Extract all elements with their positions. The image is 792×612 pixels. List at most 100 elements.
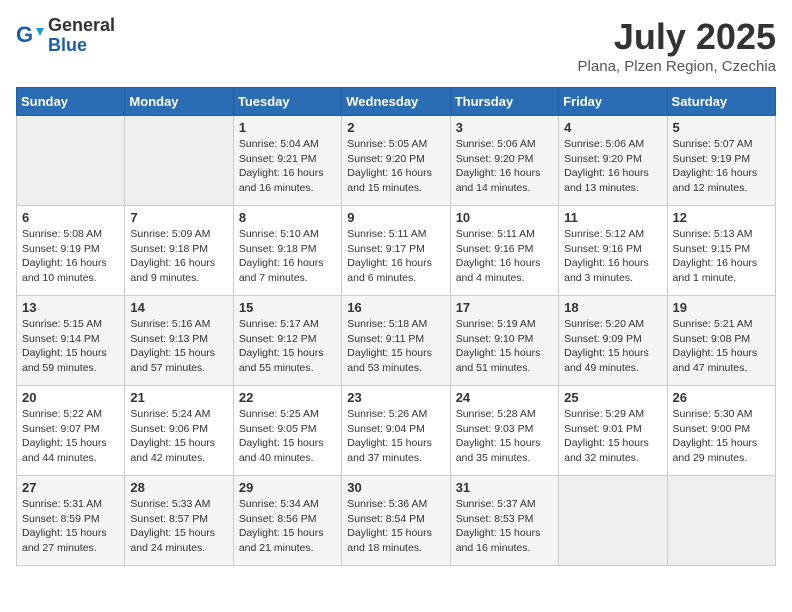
page-header: G General Blue July 2025 Plana, Plzen Re…: [16, 16, 776, 75]
day-number: 13: [22, 300, 119, 315]
month-title: July 2025: [578, 16, 776, 58]
day-detail: Sunrise: 5:04 AM Sunset: 9:21 PM Dayligh…: [239, 137, 336, 196]
day-detail: Sunrise: 5:30 AM Sunset: 9:00 PM Dayligh…: [673, 407, 770, 466]
logo-general: General: [48, 16, 115, 36]
day-number: 27: [22, 480, 119, 495]
day-detail: Sunrise: 5:33 AM Sunset: 8:57 PM Dayligh…: [130, 497, 227, 556]
day-detail: Sunrise: 5:22 AM Sunset: 9:07 PM Dayligh…: [22, 407, 119, 466]
day-number: 29: [239, 480, 336, 495]
day-number: 26: [673, 390, 770, 405]
day-detail: Sunrise: 5:15 AM Sunset: 9:14 PM Dayligh…: [22, 317, 119, 376]
calendar-day-cell: 22 Sunrise: 5:25 AM Sunset: 9:05 PM Dayli…: [233, 386, 341, 476]
calendar-week-row: 20 Sunrise: 5:22 AM Sunset: 9:07 PM Dayli…: [17, 386, 776, 476]
day-number: 2: [347, 120, 444, 135]
calendar-day-cell: 18Sunrise: 5:20 AM Sunset: 9:09 PM Dayli…: [559, 296, 667, 386]
day-detail: Sunrise: 5:09 AM Sunset: 9:18 PM Dayligh…: [130, 227, 227, 286]
calendar-day-cell: 13 Sunrise: 5:15 AM Sunset: 9:14 PM Dayli…: [17, 296, 125, 386]
calendar-day-cell: 30Sunrise: 5:36 AM Sunset: 8:54 PM Dayli…: [342, 476, 450, 566]
calendar-week-row: 1 Sunrise: 5:04 AM Sunset: 9:21 PM Daylig…: [17, 116, 776, 206]
day-detail: Sunrise: 5:08 AM Sunset: 9:19 PM Dayligh…: [22, 227, 119, 286]
day-number: 22: [239, 390, 336, 405]
calendar-week-row: 27 Sunrise: 5:31 AM Sunset: 8:59 PM Dayli…: [17, 476, 776, 566]
day-detail: Sunrise: 5:12 AM Sunset: 9:16 PM Dayligh…: [564, 227, 661, 286]
calendar-day-cell: [667, 476, 775, 566]
day-detail: Sunrise: 5:06 AM Sunset: 9:20 PM Dayligh…: [564, 137, 661, 196]
calendar-day-cell: 28 Sunrise: 5:33 AM Sunset: 8:57 PM Dayli…: [125, 476, 233, 566]
calendar-day-cell: [17, 116, 125, 206]
calendar-day-cell: [559, 476, 667, 566]
day-number: 1: [239, 120, 336, 135]
day-detail: Sunrise: 5:18 AM Sunset: 9:11 PM Dayligh…: [347, 317, 444, 376]
calendar-day-cell: 24Sunrise: 5:28 AM Sunset: 9:03 PM Dayli…: [450, 386, 558, 476]
calendar-day-cell: 31 Sunrise: 5:37 AM Sunset: 8:53 PM Dayli…: [450, 476, 558, 566]
day-number: 21: [130, 390, 227, 405]
day-detail: Sunrise: 5:34 AM Sunset: 8:56 PM Dayligh…: [239, 497, 336, 556]
day-detail: Sunrise: 5:26 AM Sunset: 9:04 PM Dayligh…: [347, 407, 444, 466]
day-detail: Sunrise: 5:37 AM Sunset: 8:53 PM Dayligh…: [456, 497, 553, 556]
day-number: 28: [130, 480, 227, 495]
weekday-header: Wednesday: [342, 88, 450, 116]
day-number: 25: [564, 390, 661, 405]
day-number: 17: [456, 300, 553, 315]
day-number: 3: [456, 120, 553, 135]
calendar-day-cell: [125, 116, 233, 206]
day-detail: Sunrise: 5:16 AM Sunset: 9:13 PM Dayligh…: [130, 317, 227, 376]
svg-text:G: G: [16, 22, 33, 47]
day-detail: Sunrise: 5:19 AM Sunset: 9:10 PM Dayligh…: [456, 317, 553, 376]
day-detail: Sunrise: 5:29 AM Sunset: 9:01 PM Dayligh…: [564, 407, 661, 466]
day-number: 16: [347, 300, 444, 315]
calendar-day-cell: 16 Sunrise: 5:18 AM Sunset: 9:11 PM Dayli…: [342, 296, 450, 386]
calendar-day-cell: 29 Sunrise: 5:34 AM Sunset: 8:56 PM Dayli…: [233, 476, 341, 566]
day-number: 4: [564, 120, 661, 135]
location: Plana, Plzen Region, Czechia: [578, 58, 776, 75]
day-number: 6: [22, 210, 119, 225]
day-number: 20: [22, 390, 119, 405]
day-number: 5: [673, 120, 770, 135]
calendar-day-cell: 6 Sunrise: 5:08 AM Sunset: 9:19 PM Daylig…: [17, 206, 125, 296]
calendar-week-row: 13 Sunrise: 5:15 AM Sunset: 9:14 PM Dayli…: [17, 296, 776, 386]
calendar-day-cell: 23 Sunrise: 5:26 AM Sunset: 9:04 PM Dayli…: [342, 386, 450, 476]
day-detail: Sunrise: 5:31 AM Sunset: 8:59 PM Dayligh…: [22, 497, 119, 556]
calendar-header-row: SundayMondayTuesdayWednesdayThursdayFrid…: [17, 88, 776, 116]
day-number: 23: [347, 390, 444, 405]
day-detail: Sunrise: 5:36 AM Sunset: 8:54 PM Dayligh…: [347, 497, 444, 556]
weekday-header: Tuesday: [233, 88, 341, 116]
day-detail: Sunrise: 5:11 AM Sunset: 9:16 PM Dayligh…: [456, 227, 553, 286]
weekday-header: Monday: [125, 88, 233, 116]
calendar-day-cell: 3 Sunrise: 5:06 AM Sunset: 9:20 PM Daylig…: [450, 116, 558, 206]
calendar-day-cell: 26 Sunrise: 5:30 AM Sunset: 9:00 PM Dayli…: [667, 386, 775, 476]
calendar-day-cell: 10 Sunrise: 5:11 AM Sunset: 9:16 PM Dayli…: [450, 206, 558, 296]
calendar-day-cell: 12Sunrise: 5:13 AM Sunset: 9:15 PM Dayli…: [667, 206, 775, 296]
day-detail: Sunrise: 5:25 AM Sunset: 9:05 PM Dayligh…: [239, 407, 336, 466]
day-number: 11: [564, 210, 661, 225]
weekday-header: Friday: [559, 88, 667, 116]
calendar-day-cell: 5 Sunrise: 5:07 AM Sunset: 9:19 PM Daylig…: [667, 116, 775, 206]
day-detail: Sunrise: 5:07 AM Sunset: 9:19 PM Dayligh…: [673, 137, 770, 196]
calendar-day-cell: 25 Sunrise: 5:29 AM Sunset: 9:01 PM Dayli…: [559, 386, 667, 476]
day-number: 12: [673, 210, 770, 225]
calendar-day-cell: 17 Sunrise: 5:19 AM Sunset: 9:10 PM Dayli…: [450, 296, 558, 386]
day-detail: Sunrise: 5:10 AM Sunset: 9:18 PM Dayligh…: [239, 227, 336, 286]
calendar-day-cell: 7Sunrise: 5:09 AM Sunset: 9:18 PM Daylig…: [125, 206, 233, 296]
day-detail: Sunrise: 5:20 AM Sunset: 9:09 PM Dayligh…: [564, 317, 661, 376]
calendar-day-cell: 1 Sunrise: 5:04 AM Sunset: 9:21 PM Daylig…: [233, 116, 341, 206]
day-detail: Sunrise: 5:06 AM Sunset: 9:20 PM Dayligh…: [456, 137, 553, 196]
calendar-table: SundayMondayTuesdayWednesdayThursdayFrid…: [16, 87, 776, 566]
calendar-day-cell: 4 Sunrise: 5:06 AM Sunset: 9:20 PM Daylig…: [559, 116, 667, 206]
day-detail: Sunrise: 5:28 AM Sunset: 9:03 PM Dayligh…: [456, 407, 553, 466]
day-detail: Sunrise: 5:21 AM Sunset: 9:08 PM Dayligh…: [673, 317, 770, 376]
weekday-header: Saturday: [667, 88, 775, 116]
day-detail: Sunrise: 5:17 AM Sunset: 9:12 PM Dayligh…: [239, 317, 336, 376]
calendar-day-cell: 27 Sunrise: 5:31 AM Sunset: 8:59 PM Dayli…: [17, 476, 125, 566]
day-number: 14: [130, 300, 227, 315]
calendar-day-cell: 15Sunrise: 5:17 AM Sunset: 9:12 PM Dayli…: [233, 296, 341, 386]
day-number: 10: [456, 210, 553, 225]
day-number: 8: [239, 210, 336, 225]
day-number: 31: [456, 480, 553, 495]
calendar-day-cell: 11 Sunrise: 5:12 AM Sunset: 9:16 PM Dayli…: [559, 206, 667, 296]
title-block: July 2025 Plana, Plzen Region, Czechia: [578, 16, 776, 75]
logo-blue: Blue: [48, 36, 115, 56]
day-number: 19: [673, 300, 770, 315]
day-detail: Sunrise: 5:11 AM Sunset: 9:17 PM Dayligh…: [347, 227, 444, 286]
calendar-day-cell: 8 Sunrise: 5:10 AM Sunset: 9:18 PM Daylig…: [233, 206, 341, 296]
